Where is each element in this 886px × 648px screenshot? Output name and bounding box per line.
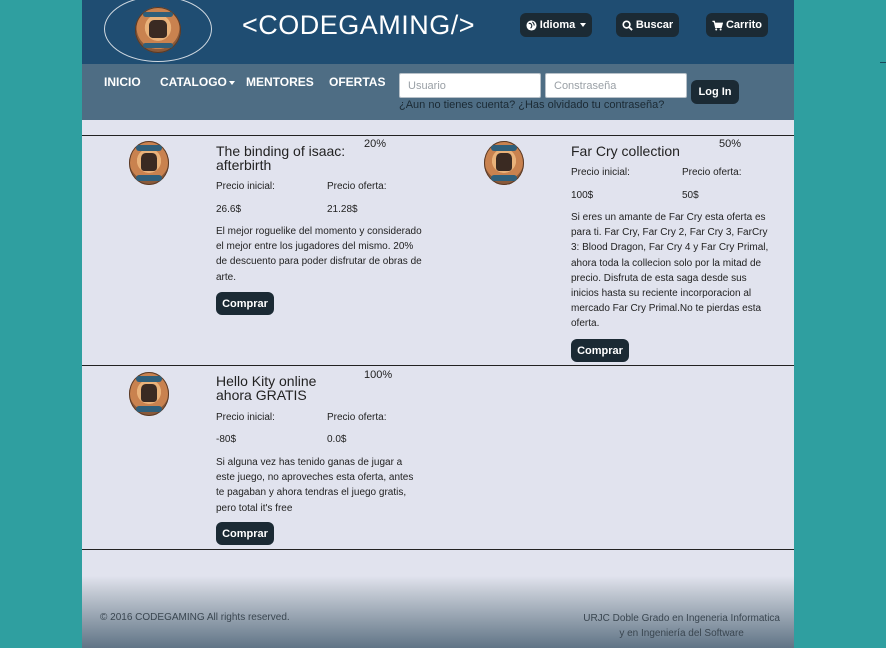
language-button-label: Idioma [539,19,576,31]
offer-price: 50$ [682,190,699,201]
copyright-text: © 2016 CODEGAMING All rights reserved. [100,612,290,623]
initial-price-label: Precio inicial: [216,412,275,423]
offer-title: The binding of isaac: afterbirth [216,143,346,173]
offer-description: El mejor roguelike del momento y conside… [216,226,422,283]
divider-bottom [82,549,794,550]
initial-price-label: Precio inicial: [216,181,275,192]
site-title: <CODEGAMING/> [242,10,476,40]
offer-description: Si eres un amante de Far Cry esta oferta… [571,212,769,330]
search-icon [622,19,633,31]
chevron-down-icon [228,80,235,85]
initial-price: 100$ [571,190,594,201]
offer-price: 21.28$ [327,204,358,215]
offer-title: Far Cry collection [571,143,680,159]
account-links[interactable]: ¿Aun no tienes cuenta? ¿Has olvidado tu … [399,99,664,111]
initial-price: -80$ [216,434,237,445]
nav-item-catalogo-label: CATALOGO [160,75,227,89]
cart-button-label: Carrito [725,19,763,31]
nav-item-ofertas[interactable]: OFERTAS [329,75,385,89]
offer-price: 0.0$ [327,434,347,445]
nav-item-mentores[interactable]: MENTORES [246,75,314,89]
globe-icon [526,19,537,31]
chevron-down-icon [580,23,587,27]
codegaming-logo-icon [135,7,181,53]
offer-price-label: Precio oferta: [682,167,742,178]
login-button[interactable]: Log In [691,80,739,104]
password-input[interactable] [545,73,687,98]
buy-button[interactable]: Comprar [216,522,274,545]
offer-price-label: Precio oferta: [327,181,387,192]
offer-title: Hello Kity online ahora GRATIS [216,373,317,403]
page-container: <CODEGAMING/> Idioma Buscar Carrito INIC… [82,0,794,648]
nav-item-inicio[interactable]: INICIO [104,75,141,89]
divider-middle [82,365,794,366]
offer-price-label: Precio oferta: [327,412,387,423]
offer-description: Si alguna vez has tenido ganas de jugar … [216,457,414,514]
search-button-label: Buscar [635,19,674,31]
cart-button[interactable]: Carrito [706,13,768,37]
buy-button[interactable]: Comprar [571,339,629,362]
search-button[interactable]: Buscar [616,13,679,37]
discount-badge: 100% [364,369,393,381]
nav-item-catalogo[interactable]: CATALOGO [160,75,235,89]
logo-frame[interactable] [104,0,212,62]
credit-text: URJC Doble Grado en Ingeneria Informatic… [583,611,780,641]
discount-badge: 50% [719,138,742,150]
divider-top [82,135,794,136]
language-button[interactable]: Idioma [520,13,592,37]
credit-line-1: URJC Doble Grado en Ingeneria Informatic… [583,613,780,624]
site-footer: © 2016 CODEGAMING All rights reserved. U… [82,576,794,648]
site-header: <CODEGAMING/> Idioma Buscar Carrito [82,0,794,64]
credit-line-2: y en Ingeniería del Software [619,628,744,639]
cart-icon [712,20,723,30]
initial-price: 26.6$ [216,204,242,215]
edge-tick [880,62,886,63]
discount-badge: 20% [364,138,387,150]
username-input[interactable] [399,73,541,98]
main-nav: INICIO CATALOGO MENTORES OFERTAS Log In … [82,64,794,120]
product-logo-icon [129,141,169,185]
initial-price-label: Precio inicial: [571,167,630,178]
product-logo-icon [484,141,524,185]
buy-button[interactable]: Comprar [216,292,274,315]
product-logo-icon [129,372,169,416]
